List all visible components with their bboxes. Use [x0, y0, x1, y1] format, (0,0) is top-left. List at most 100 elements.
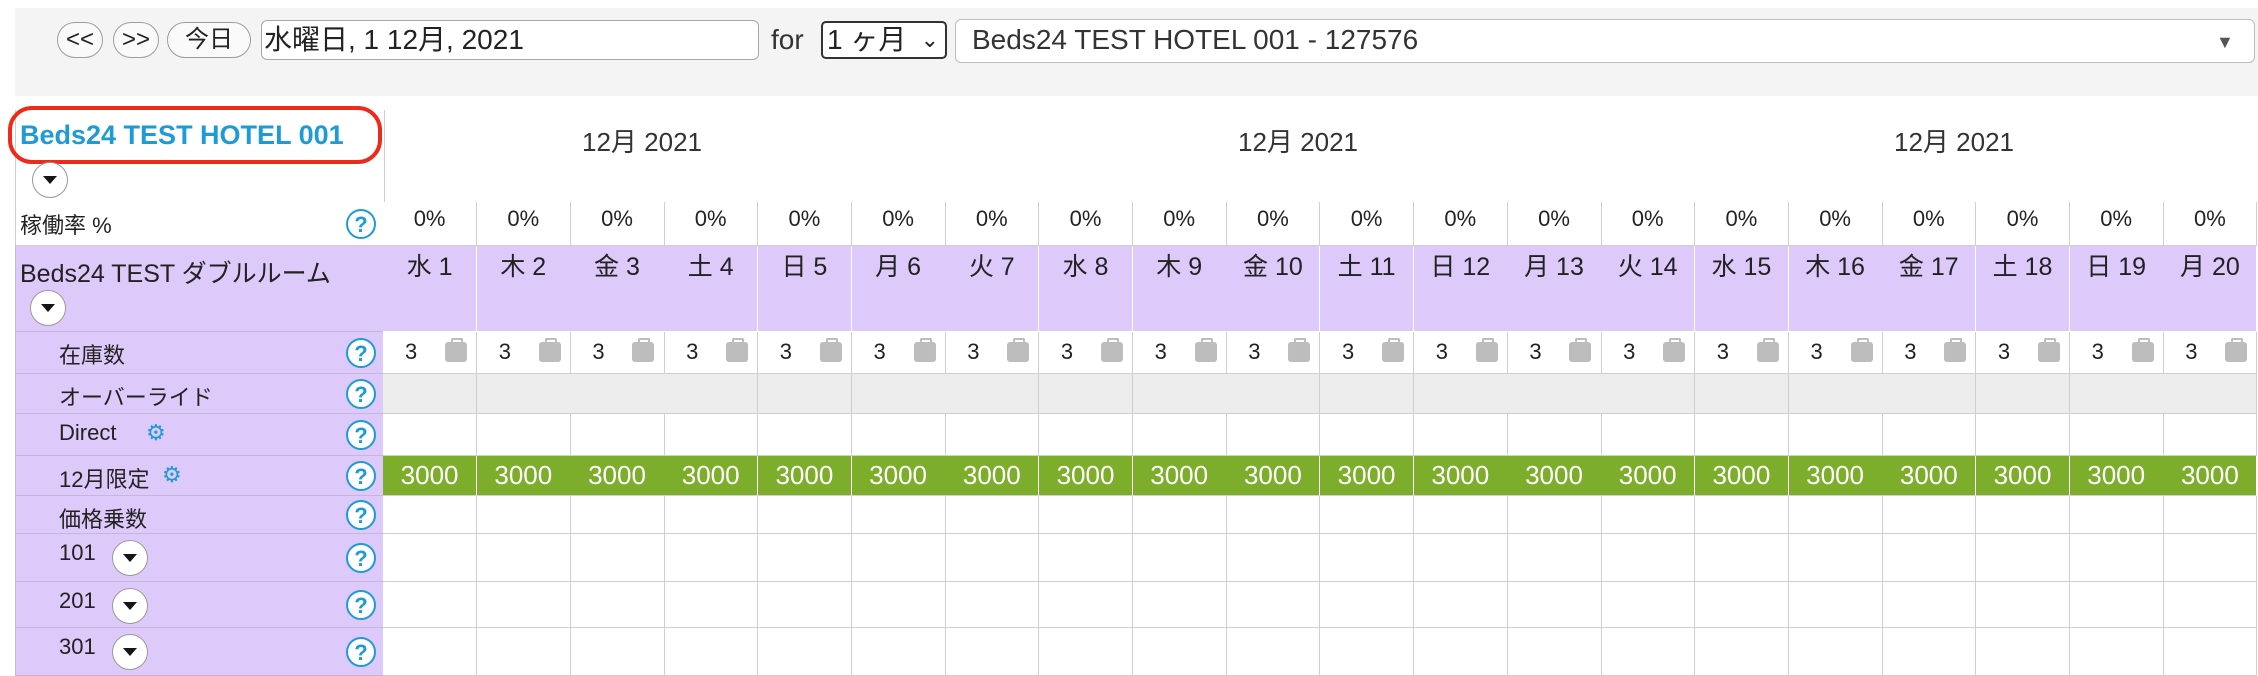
- rate-cell[interactable]: [664, 414, 759, 456]
- rate-cell[interactable]: [1038, 414, 1134, 456]
- override-cell[interactable]: [1038, 374, 1134, 414]
- hotel-menu-button[interactable]: [32, 162, 68, 198]
- rate-cell[interactable]: [476, 496, 571, 534]
- rate-cell[interactable]: [1132, 534, 1227, 582]
- inventory-cell[interactable]: 3: [851, 332, 946, 374]
- unit-menu-button[interactable]: [112, 588, 148, 624]
- rate-cell[interactable]: [476, 628, 571, 676]
- period-select[interactable]: 1 ヶ月 ⌄: [821, 21, 947, 59]
- rate-cell[interactable]: [1694, 496, 1789, 534]
- day-header[interactable]: 金 17: [1882, 246, 1977, 332]
- inventory-cell[interactable]: 3: [1694, 332, 1789, 374]
- help-icon[interactable]: ?: [346, 590, 376, 620]
- inventory-cell[interactable]: 3: [1320, 332, 1415, 374]
- override-cell[interactable]: [1601, 374, 1696, 414]
- override-cell[interactable]: [2069, 374, 2164, 414]
- inventory-cell[interactable]: 3: [1413, 332, 1508, 374]
- rate-cell[interactable]: [383, 414, 478, 456]
- day-header[interactable]: 日 19: [2069, 246, 2164, 332]
- price-cell[interactable]: 3000: [383, 456, 478, 496]
- override-cell[interactable]: [945, 374, 1040, 414]
- unit-menu-button[interactable]: [112, 540, 148, 576]
- help-icon[interactable]: ?: [346, 338, 376, 368]
- price-cell[interactable]: 3000: [1601, 456, 1696, 496]
- rate-cell[interactable]: [2069, 582, 2164, 628]
- price-cell[interactable]: 3000: [1507, 456, 1602, 496]
- rate-cell[interactable]: [383, 628, 478, 676]
- rate-cell[interactable]: [664, 582, 759, 628]
- price-cell[interactable]: 3000: [664, 456, 759, 496]
- rate-cell[interactable]: [1601, 496, 1696, 534]
- override-cell[interactable]: [1788, 374, 1883, 414]
- inventory-cell[interactable]: 3: [664, 332, 759, 374]
- inventory-cell[interactable]: 3: [1975, 332, 2071, 374]
- override-cell[interactable]: [1320, 374, 1415, 414]
- rate-cell[interactable]: [1132, 582, 1227, 628]
- rate-cell[interactable]: [2069, 414, 2164, 456]
- override-cell[interactable]: [476, 374, 571, 414]
- rate-cell[interactable]: [1975, 628, 2071, 676]
- rate-cell[interactable]: [664, 496, 759, 534]
- rate-cell[interactable]: [757, 414, 852, 456]
- rate-cell[interactable]: [1507, 628, 1602, 676]
- rate-cell[interactable]: [1975, 582, 2071, 628]
- rate-cell[interactable]: [1694, 534, 1789, 582]
- rate-cell[interactable]: [570, 628, 665, 676]
- price-cell[interactable]: 3000: [1788, 456, 1883, 496]
- rate-cell[interactable]: [1413, 534, 1508, 582]
- override-cell[interactable]: [383, 374, 478, 414]
- today-button[interactable]: 今日: [167, 22, 251, 58]
- rate-cell[interactable]: [664, 534, 759, 582]
- rate-cell[interactable]: [945, 582, 1040, 628]
- rate-cell[interactable]: [1413, 628, 1508, 676]
- rate-cell[interactable]: [1882, 534, 1977, 582]
- override-cell[interactable]: [2163, 374, 2258, 414]
- price-cell[interactable]: 3000: [1038, 456, 1134, 496]
- day-header[interactable]: 水 8: [1038, 246, 1134, 332]
- override-cell[interactable]: [1226, 374, 1321, 414]
- rate-cell[interactable]: [1788, 534, 1883, 582]
- inventory-cell[interactable]: 3: [1882, 332, 1977, 374]
- rate-cell[interactable]: [1413, 582, 1508, 628]
- override-cell[interactable]: [1507, 374, 1602, 414]
- rate-cell[interactable]: [1694, 628, 1789, 676]
- rate-cell[interactable]: [1507, 582, 1602, 628]
- inventory-cell[interactable]: 3: [2163, 332, 2258, 374]
- help-icon[interactable]: ?: [346, 637, 376, 667]
- rate-cell[interactable]: [570, 534, 665, 582]
- rate-cell[interactable]: [570, 414, 665, 456]
- rate-cell[interactable]: [1320, 414, 1415, 456]
- rate-cell[interactable]: [1132, 496, 1227, 534]
- rate-cell[interactable]: [1320, 582, 1415, 628]
- override-cell[interactable]: [757, 374, 852, 414]
- rate-cell[interactable]: [2163, 534, 2258, 582]
- rate-cell[interactable]: [1226, 496, 1321, 534]
- rate-cell[interactable]: [383, 582, 478, 628]
- price-cell[interactable]: 3000: [757, 456, 852, 496]
- rate-cell[interactable]: [1601, 582, 1696, 628]
- rate-cell[interactable]: [945, 496, 1040, 534]
- prev-period-button[interactable]: <<: [57, 22, 103, 58]
- day-header[interactable]: 金 3: [570, 246, 665, 332]
- rate-cell[interactable]: [1507, 414, 1602, 456]
- rate-cell[interactable]: [1788, 414, 1883, 456]
- rate-cell[interactable]: [2069, 496, 2164, 534]
- price-cell[interactable]: 3000: [1882, 456, 1977, 496]
- day-header[interactable]: 火 14: [1601, 246, 1696, 332]
- rate-cell[interactable]: [1601, 534, 1696, 582]
- rate-cell[interactable]: [383, 496, 478, 534]
- override-cell[interactable]: [1882, 374, 1977, 414]
- gear-icon[interactable]: ⚙: [146, 420, 166, 446]
- rate-cell[interactable]: [1788, 582, 1883, 628]
- day-header[interactable]: 日 12: [1413, 246, 1508, 332]
- rate-cell[interactable]: [851, 534, 946, 582]
- rate-cell[interactable]: [1038, 628, 1134, 676]
- rate-cell[interactable]: [757, 582, 852, 628]
- day-header[interactable]: 木 16: [1788, 246, 1883, 332]
- price-cell[interactable]: 3000: [1694, 456, 1789, 496]
- rate-cell[interactable]: [757, 496, 852, 534]
- help-icon[interactable]: ?: [346, 461, 376, 491]
- rate-cell[interactable]: [1507, 496, 1602, 534]
- day-header[interactable]: 月 20: [2163, 246, 2258, 332]
- rate-cell[interactable]: [570, 496, 665, 534]
